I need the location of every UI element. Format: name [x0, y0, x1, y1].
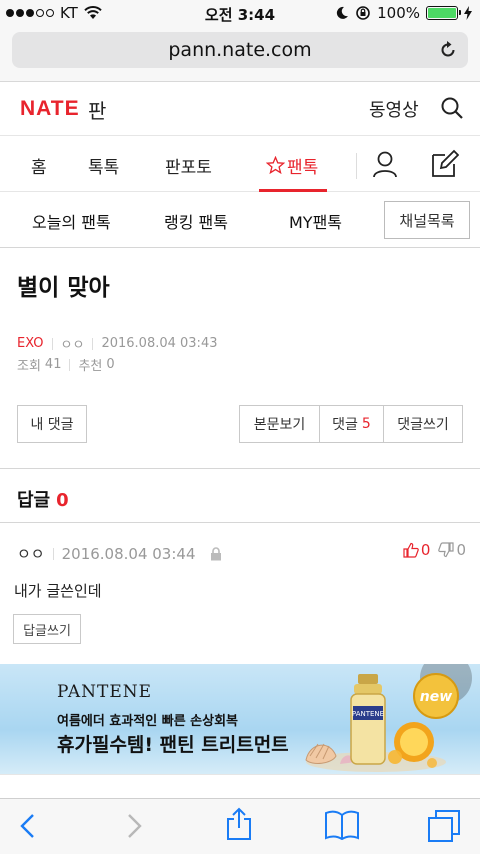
meta-divider	[69, 358, 71, 371]
forward-icon[interactable]	[122, 811, 146, 841]
tab-toktok[interactable]: 톡톡	[88, 153, 119, 178]
post-category[interactable]: EXO	[17, 336, 44, 351]
tab-fantok[interactable]: 팬톡	[266, 153, 318, 178]
comment-datetime: 2016.08.04 03:44	[61, 544, 196, 563]
downvote-button[interactable]: 0	[438, 541, 466, 559]
ad-brand: PANTENE	[57, 682, 153, 702]
site-header: NATE 판 동영상	[0, 82, 480, 136]
nav-divider	[356, 153, 357, 179]
video-link[interactable]: 동영상	[369, 96, 419, 122]
view-original-button[interactable]: 본문보기	[239, 405, 320, 443]
meta-divider	[92, 337, 94, 350]
thumbs-up-icon	[403, 542, 419, 558]
rotation-lock-icon	[356, 6, 370, 20]
downvote-count: 0	[456, 541, 466, 559]
meta-divider	[51, 337, 53, 350]
moon-icon	[336, 6, 349, 19]
active-tab-indicator	[259, 189, 327, 192]
tabs-icon[interactable]	[427, 809, 461, 843]
post-author: ㅇㅇ	[60, 338, 85, 353]
my-comments-button[interactable]: 내 댓글	[17, 405, 87, 443]
lock-icon	[210, 546, 221, 560]
post-meta: EXO ㅇㅇ 2016.08.04 03:43	[17, 334, 217, 353]
status-bar: KT 오전 3:44 100%	[0, 0, 480, 26]
comment-meta: ㅇㅇ 2016.08.04 03:44	[17, 543, 222, 564]
new-badge: new	[420, 689, 452, 705]
post-title: 별이 맞아	[17, 275, 110, 301]
ad-divider	[0, 774, 480, 775]
pann-logo-text[interactable]: 판	[88, 95, 106, 124]
replies-heading: 답글 0	[17, 486, 69, 512]
comments-count: 5	[361, 416, 371, 432]
share-icon[interactable]	[226, 807, 252, 841]
replies-count: 0	[56, 490, 69, 511]
meta-divider	[52, 547, 54, 560]
browser-address-area: pann.nate.com	[0, 26, 480, 82]
edit-icon[interactable]	[429, 149, 459, 179]
tab-home[interactable]: 홈	[31, 153, 47, 178]
bookmarks-icon[interactable]	[325, 810, 359, 840]
tab-pannphoto[interactable]: 판포토	[165, 153, 212, 178]
user-icon[interactable]	[372, 150, 398, 178]
tab-fantok-label: 팬톡	[287, 158, 319, 178]
write-reply-button[interactable]: 답글쓰기	[13, 614, 81, 644]
nate-logo[interactable]: NATE	[20, 97, 80, 121]
battery-icon	[426, 6, 461, 20]
comment-author: ㅇㅇ	[17, 545, 45, 563]
charging-icon	[464, 6, 472, 20]
channel-list-button[interactable]: 채널목록	[384, 201, 470, 239]
product-image: PANTENE new	[305, 664, 472, 772]
comments-button[interactable]: 댓글 5	[319, 405, 384, 443]
ad-banner[interactable]: PANTENE 여름에더 효과적인 빠른 손상회복 휴가필수템! 팬틴 트리트먼…	[0, 664, 480, 774]
battery-percent: 100%	[377, 4, 420, 22]
main-nav: 홈 톡톡 판포토 팬톡	[0, 137, 480, 192]
url-text[interactable]: pann.nate.com	[12, 39, 468, 61]
subnav-my-fantok[interactable]: MY팬톡	[289, 209, 342, 233]
back-icon[interactable]	[16, 811, 40, 841]
post-stats: 조회 41 추천 0	[17, 355, 115, 374]
reload-icon[interactable]	[438, 40, 458, 60]
section-divider	[0, 468, 480, 469]
post-datetime: 2016.08.04 03:43	[101, 336, 218, 351]
ad-subtitle: 여름에더 효과적인 빠른 손상회복	[57, 714, 239, 729]
upvote-count: 0	[420, 541, 431, 559]
bottle-label: PANTENE	[352, 710, 384, 718]
address-bar[interactable]: pann.nate.com	[12, 32, 468, 68]
search-icon[interactable]	[440, 96, 464, 120]
recommend-count: 0	[106, 357, 115, 372]
upvote-button[interactable]: 0	[403, 541, 431, 559]
subnav-today-fantok[interactable]: 오늘의 팬톡	[32, 209, 111, 233]
views-count: 41	[44, 357, 62, 372]
browser-toolbar	[0, 798, 480, 854]
ad-headline: 휴가필수템! 팬틴 트리트먼트	[57, 734, 289, 756]
comment-votes: 0 0	[403, 541, 466, 559]
star-icon	[266, 156, 285, 175]
views-label: 조회	[17, 359, 41, 374]
comment-text: 내가 글쓴인데	[14, 582, 102, 600]
section-divider	[0, 522, 480, 523]
comments-label: 댓글	[332, 417, 358, 433]
thumbs-down-icon	[438, 542, 455, 558]
subnav-ranking-fantok[interactable]: 랭킹 팬톡	[164, 209, 228, 233]
write-comment-button[interactable]: 댓글쓰기	[383, 405, 463, 443]
sub-nav: 오늘의 팬톡 랭킹 팬톡 MY팬톡 채널목록	[0, 193, 480, 248]
replies-label: 답글	[17, 490, 51, 511]
recommend-label: 추천	[78, 359, 103, 374]
